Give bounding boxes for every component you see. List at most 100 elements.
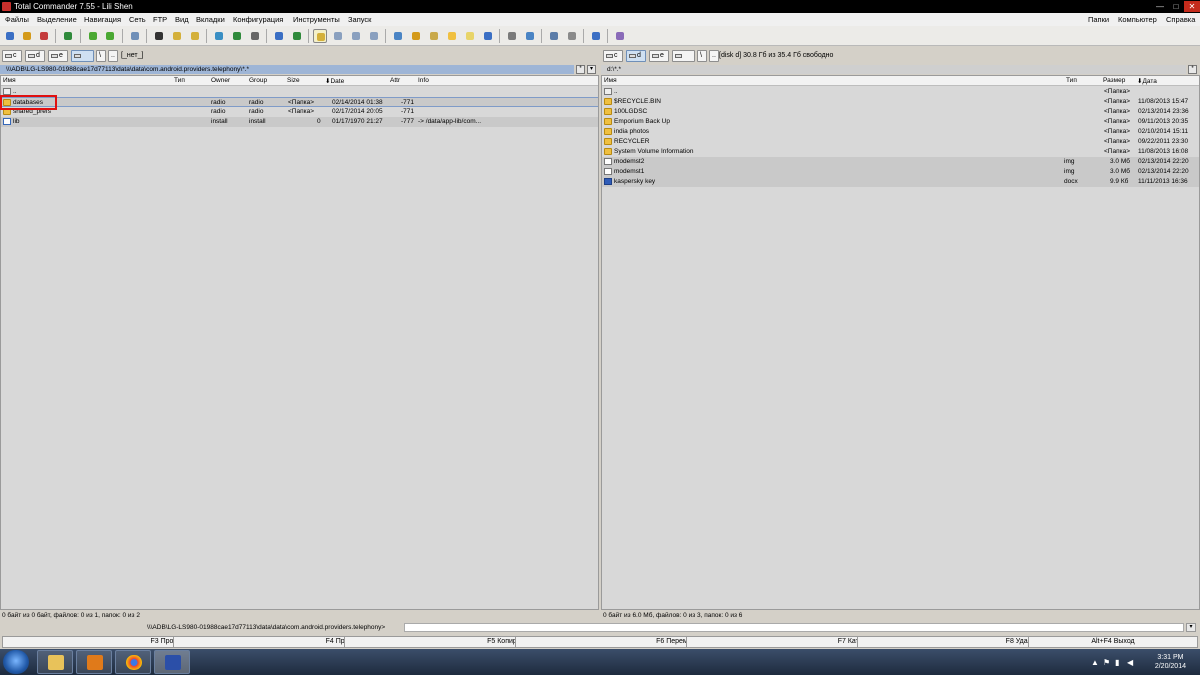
- list-item[interactable]: shared_prefs radio radio <Папка> 02/17/2…: [1, 107, 598, 117]
- right-path-bar[interactable]: d:\*.*: [601, 65, 1186, 74]
- menu-files[interactable]: Файлы: [5, 15, 29, 24]
- notepad-icon[interactable]: [391, 29, 405, 43]
- refresh-icon[interactable]: [61, 29, 75, 43]
- col-attr[interactable]: Attr: [390, 77, 400, 84]
- document-icon[interactable]: [427, 29, 441, 43]
- invert-selection-icon[interactable]: [230, 29, 244, 43]
- monitor-icon[interactable]: [523, 29, 537, 43]
- left-hotlist-button[interactable]: ▾: [587, 65, 596, 74]
- search-icon[interactable]: [128, 29, 142, 43]
- wrench-icon[interactable]: [505, 29, 519, 43]
- left-path-bar[interactable]: \\\ADB\LG-LS980-01988cae17d77113\data\da…: [0, 65, 574, 74]
- left-drive-e-button[interactable]: e: [48, 50, 68, 62]
- speaker-icon[interactable]: ◀: [1127, 658, 1133, 667]
- menu-computer[interactable]: Компьютер: [1118, 15, 1157, 24]
- printer-icon[interactable]: [565, 29, 579, 43]
- left-root-button[interactable]: \: [96, 50, 106, 62]
- unpack-icon[interactable]: [188, 29, 202, 43]
- brief-view-icon[interactable]: [152, 29, 166, 43]
- left-network-drive-button[interactable]: [71, 50, 94, 62]
- menu-selection[interactable]: Выделение: [37, 15, 77, 24]
- list-item[interactable]: 100LGDSC <Папка> 02/13/2014 23:36: [602, 107, 1199, 117]
- minimize-button[interactable]: —: [1152, 1, 1168, 12]
- menu-ftp[interactable]: FTP: [153, 15, 167, 24]
- compare-icon[interactable]: [248, 29, 262, 43]
- explorer-taskbar-button[interactable]: [37, 650, 73, 674]
- settings-icon[interactable]: [3, 29, 17, 43]
- col-group[interactable]: Group: [249, 77, 267, 84]
- show-hidden-icons-icon[interactable]: ▲: [1091, 658, 1099, 667]
- list-item[interactable]: Emporium Back Up <Папка> 09/11/2013 20:3…: [602, 117, 1199, 127]
- list-item[interactable]: System Volume Information <Папка> 11/08/…: [602, 147, 1199, 157]
- network-icon[interactable]: [481, 29, 495, 43]
- command-input[interactable]: [404, 623, 1184, 632]
- menu-navigation[interactable]: Навигация: [84, 15, 121, 24]
- col-date[interactable]: ⬇Дата: [1137, 77, 1157, 85]
- command-history-button[interactable]: ▾: [1186, 623, 1196, 632]
- maximize-button[interactable]: □: [1168, 1, 1184, 12]
- menu-folders[interactable]: Папки: [1088, 15, 1109, 24]
- col-size[interactable]: Size: [287, 77, 300, 84]
- settings-alt-icon[interactable]: [20, 29, 34, 43]
- start-button[interactable]: [3, 650, 29, 674]
- copy-names-icon[interactable]: [367, 29, 381, 43]
- list-item[interactable]: modemst1 img 3.0 Мб 02/13/2014 22:20: [602, 167, 1199, 177]
- menu-configuration[interactable]: Конфигурация: [233, 15, 283, 24]
- sync-icon[interactable]: [349, 29, 363, 43]
- ftp-new-icon[interactable]: [290, 29, 304, 43]
- right-drive-c-button[interactable]: c: [603, 50, 623, 62]
- menu-tools[interactable]: Инструменты: [293, 15, 340, 24]
- chrome-taskbar-button[interactable]: [115, 650, 151, 674]
- left-file-panel[interactable]: Имя Тип Owner Group Size ⬇Date Attr Info…: [0, 75, 599, 610]
- select-icon[interactable]: [212, 29, 226, 43]
- terminal-icon[interactable]: [613, 29, 627, 43]
- list-item[interactable]: .. <Папка>: [602, 87, 1199, 97]
- folder-icon[interactable]: [445, 29, 459, 43]
- col-name[interactable]: Имя: [604, 77, 617, 84]
- list-item[interactable]: RECYCLER <Папка> 09/22/2011 23:30: [602, 137, 1199, 147]
- right-root-button[interactable]: \: [697, 50, 707, 62]
- forward-icon[interactable]: [103, 29, 117, 43]
- plugin-settings-icon[interactable]: [37, 29, 51, 43]
- ftp-connect-icon[interactable]: [272, 29, 286, 43]
- right-drive-d-button[interactable]: d: [626, 50, 646, 62]
- menu-view[interactable]: Вид: [175, 15, 189, 24]
- col-owner[interactable]: Owner: [211, 77, 230, 84]
- left-drive-d-button[interactable]: d: [25, 50, 45, 62]
- multi-rename-icon[interactable]: [313, 29, 327, 43]
- right-drive-e-button[interactable]: e: [649, 50, 669, 62]
- list-item[interactable]: lib install install 0 01/17/1970 21:27 -…: [1, 117, 598, 127]
- menu-help[interactable]: Справка: [1166, 15, 1195, 24]
- find-files-icon[interactable]: [331, 29, 345, 43]
- col-size[interactable]: Размер: [1103, 77, 1125, 84]
- list-item[interactable]: ..: [1, 87, 598, 97]
- tools-icon[interactable]: [409, 29, 423, 43]
- left-history-button[interactable]: *: [576, 65, 585, 74]
- right-network-drive-button[interactable]: [672, 50, 695, 62]
- note-icon[interactable]: [463, 29, 477, 43]
- archive-icon[interactable]: [170, 29, 184, 43]
- list-item[interactable]: india photos <Папка> 02/10/2014 15:11: [602, 127, 1199, 137]
- drive-icon[interactable]: [589, 29, 603, 43]
- left-parent-button[interactable]: ..: [108, 50, 118, 62]
- clock[interactable]: 3:31 PM 2/20/2014: [1155, 653, 1186, 671]
- col-type[interactable]: Тип: [174, 77, 185, 84]
- list-item[interactable]: kaspersky key docx 9.9 Кб 11/11/2013 16:…: [602, 177, 1199, 187]
- list-item[interactable]: $RECYCLE.BIN <Папка> 11/08/2013 15:47: [602, 97, 1199, 107]
- right-history-button[interactable]: *: [1188, 65, 1197, 74]
- list-item[interactable]: modemst2 img 3.0 Мб 02/13/2014 22:20: [602, 157, 1199, 167]
- left-drive-c-button[interactable]: c: [2, 50, 22, 62]
- alt-f4-exit-button[interactable]: Alt+F4 Выход: [1028, 636, 1198, 648]
- col-info[interactable]: Info: [418, 77, 429, 84]
- network-signal-icon[interactable]: ▮: [1115, 658, 1119, 667]
- media-player-taskbar-button[interactable]: [76, 650, 112, 674]
- menu-tabs[interactable]: Вкладки: [196, 15, 225, 24]
- total-commander-taskbar-button[interactable]: [154, 650, 190, 674]
- col-type[interactable]: Тип: [1066, 77, 1077, 84]
- right-file-panel[interactable]: Имя Тип Размер ⬇Дата .. <Папка> $RECYCLE…: [601, 75, 1200, 610]
- back-icon[interactable]: [86, 29, 100, 43]
- col-name[interactable]: Имя: [3, 77, 16, 84]
- close-button[interactable]: ✕: [1184, 1, 1200, 12]
- menu-launch[interactable]: Запуск: [348, 15, 371, 24]
- list-item[interactable]: databases radio radio <Папка> 02/14/2014…: [1, 97, 598, 107]
